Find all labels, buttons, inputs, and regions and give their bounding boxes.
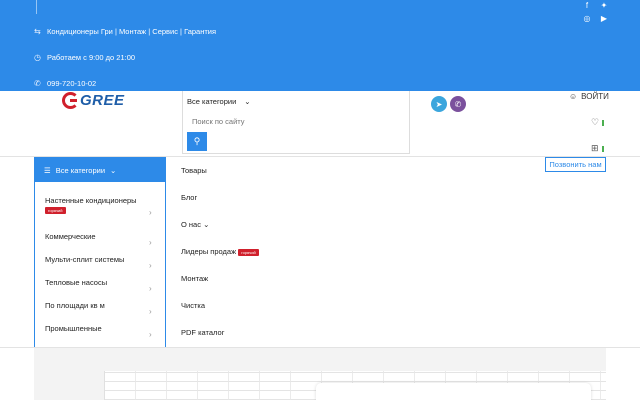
nav-item-bestsellers[interactable]: Лидеры продаж горячий <box>181 247 259 256</box>
top-nav-text[interactable]: Кондиционеры Гри | Монтаж | Сервис | Гар… <box>47 27 216 36</box>
youtube-icon[interactable]: ▶ <box>600 14 608 23</box>
heart-icon: ♡ <box>591 117 600 127</box>
category-item[interactable]: Коммерческие <box>45 232 96 241</box>
chevron-right-icon: › <box>149 238 152 247</box>
category-item-label: Мульти-сплит системы <box>45 255 125 264</box>
category-menu: ☰ Все категории ⌄ <box>34 157 166 349</box>
login-link[interactable]: ☺ ВОЙТИ <box>569 92 609 101</box>
chevron-right-icon: › <box>149 261 152 270</box>
nav-item-about[interactable]: О нас ⌄ <box>181 220 209 229</box>
cart-count-indicator <box>602 146 604 152</box>
nav-item-cleaning[interactable]: Чистка <box>181 301 205 310</box>
logo-text: GREE <box>80 92 125 109</box>
facebook-icon[interactable]: f <box>583 1 591 10</box>
category-item-label: Коммерческие <box>45 232 96 241</box>
search-box: Все категории ⌄ ⚲ <box>182 91 410 154</box>
nav-item-blog[interactable]: Блог <box>181 193 197 202</box>
nav-item-installation[interactable]: Монтаж <box>181 274 208 283</box>
category-item[interactable]: Мульти-сплит системы <box>45 255 124 264</box>
category-select-value: Все категории <box>187 97 237 106</box>
hours-text: Работаем с 9:00 до 21:00 <box>47 53 136 62</box>
chevron-down-icon: ⌄ <box>244 97 251 106</box>
category-item-label: Тепловые насосы <box>45 278 108 287</box>
category-menu-title: Все категории <box>55 165 106 175</box>
divider <box>36 0 37 14</box>
wishlist-button[interactable]: ♡ <box>591 117 604 128</box>
chevron-right-icon: › <box>149 208 152 217</box>
category-item[interactable]: Настенные кондиционеры горячий <box>45 196 137 214</box>
category-item-label: Промышленные <box>45 324 102 333</box>
category-item[interactable]: Промышленные <box>45 324 102 333</box>
chevron-down-icon: ⌄ <box>203 220 210 229</box>
nav-item-bestsellers-label: Лидеры продаж <box>181 247 237 256</box>
social-row-2: ◎ ▶ <box>583 14 608 23</box>
category-item[interactable]: Тепловые насосы <box>45 278 107 287</box>
category-select[interactable]: Все категории ⌄ <box>187 97 251 106</box>
phone-number[interactable]: 099-720-10-02 <box>47 79 96 88</box>
call-us-button[interactable]: Позвонить нам <box>545 157 606 172</box>
nav-item-products[interactable]: Товары <box>181 166 207 175</box>
category-item[interactable]: По площади кв м <box>45 301 105 310</box>
logo[interactable]: GREE <box>62 92 125 109</box>
nav-item-pdf-catalog[interactable]: PDF каталог <box>181 328 224 337</box>
chevron-down-icon: ⌄ <box>110 165 117 175</box>
social-row-1: f ✦ <box>583 1 608 10</box>
telegram-icon[interactable]: ➤ <box>431 96 447 112</box>
twitter-icon[interactable]: ✦ <box>600 1 608 10</box>
search-button[interactable]: ⚲ <box>187 132 207 151</box>
nav-item-about-label: О нас <box>181 220 201 229</box>
chevron-right-icon: › <box>149 307 152 316</box>
wishlist-count-indicator <box>602 120 604 126</box>
instagram-icon[interactable]: ◎ <box>583 14 591 23</box>
top-bar: ⇆ Кондиционеры Гри | Монтаж | Сервис | Г… <box>0 0 640 91</box>
menu-icon: ⇆ <box>34 27 41 36</box>
category-item-label: По площади кв м <box>45 301 105 310</box>
cart-button[interactable]: ⊞ <box>591 143 604 154</box>
category-menu-header[interactable]: ☰ Все категории ⌄ <box>35 158 165 182</box>
hamburger-icon: ☰ <box>44 165 51 175</box>
chevron-right-icon: › <box>149 284 152 293</box>
phone-row[interactable]: ✆ 099-720-10-02 <box>34 79 96 88</box>
hot-badge: горячий <box>238 248 259 256</box>
cart-icon: ⊞ <box>591 143 599 153</box>
viber-icon[interactable]: ✆ <box>450 96 466 112</box>
banner-product-panel <box>316 383 591 400</box>
chevron-right-icon: › <box>149 330 152 339</box>
clock-icon: ◷ <box>34 53 41 62</box>
category-item-label: Настенные кондиционеры <box>45 196 137 205</box>
hours-row: ◷ Работаем с 9:00 до 21:00 <box>34 53 135 62</box>
phone-icon: ✆ <box>34 79 41 88</box>
search-input[interactable] <box>184 111 408 131</box>
hot-badge: горячий <box>45 206 66 214</box>
search-icon: ⚲ <box>193 136 201 146</box>
login-label: ВОЙТИ <box>581 92 609 101</box>
user-icon: ☺ <box>569 92 578 101</box>
top-nav-row[interactable]: ⇆ Кондиционеры Гри | Монтаж | Сервис | Г… <box>34 27 216 36</box>
gree-logo-icon <box>62 92 79 109</box>
